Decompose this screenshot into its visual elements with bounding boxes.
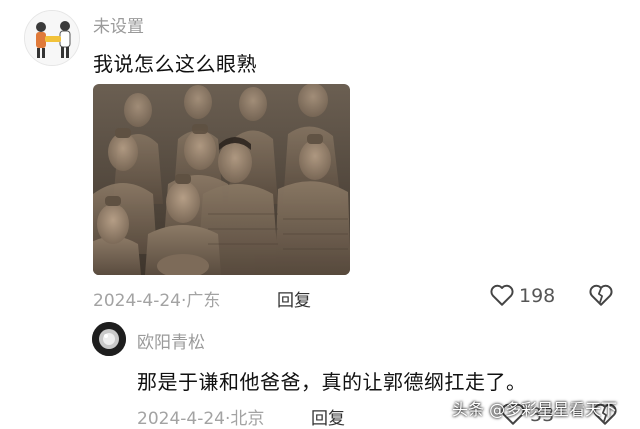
comment-date: 2024-4-24	[93, 291, 181, 311]
like-heart-icon[interactable]	[489, 283, 515, 307]
comment-text: 那是于谦和他爸爸，真的让郭德纲扛走了。	[137, 370, 527, 394]
comment-meta: 2024-4-24·北京	[137, 404, 264, 429]
comment-location: 北京	[230, 409, 265, 429]
comment-username[interactable]: 欧阳青松	[137, 328, 205, 353]
like-count: 198	[519, 285, 556, 307]
comment-meta: 2024-4-24·广东	[93, 286, 220, 311]
user-avatar[interactable]	[92, 322, 126, 356]
comment-location: 广东	[186, 291, 221, 311]
reply-button[interactable]: 回复	[311, 404, 345, 429]
comment-date: 2024-4-24	[137, 409, 225, 429]
user-avatar[interactable]	[24, 10, 80, 66]
dislike-broken-heart-icon[interactable]	[588, 283, 614, 307]
comment-username[interactable]: 未设置	[93, 12, 144, 37]
reply-button[interactable]: 回复	[277, 286, 311, 311]
watermark: 头条 @多彩星星看天下	[452, 400, 618, 419]
avatar-photo	[92, 322, 126, 356]
terracotta-warriors-photo	[93, 84, 350, 275]
comment-image[interactable]	[93, 84, 350, 275]
comment-text: 我说怎么这么眼熟	[93, 52, 257, 76]
avatar-illustration	[25, 11, 79, 65]
